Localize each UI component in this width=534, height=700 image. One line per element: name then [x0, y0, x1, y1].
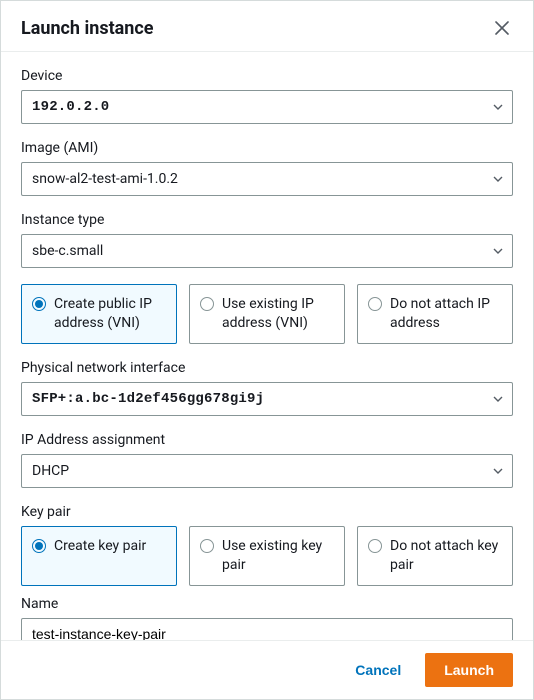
device-select[interactable]: 192.0.2.0 [21, 90, 513, 124]
keypair-option-existing-label: Use existing key pair [222, 537, 334, 575]
radio-icon [200, 297, 214, 311]
keypair-option-create[interactable]: Create key pair [21, 526, 177, 586]
keypair-label: Key pair [21, 504, 513, 520]
ip-assignment-label: IP Address assignment [21, 432, 513, 448]
image-value: snow-al2-test-ami-1.0.2 [32, 171, 178, 187]
launch-instance-modal: Launch instance Device 192.0.2.0 Image (… [0, 0, 534, 700]
pni-field: Physical network interface SFP+:a.bc-1d2… [21, 360, 513, 416]
image-label: Image (AMI) [21, 140, 513, 156]
device-value: 192.0.2.0 [32, 99, 109, 115]
ip-option-existing-label: Use existing IP address (VNI) [222, 295, 334, 333]
ip-option-existing[interactable]: Use existing IP address (VNI) [189, 284, 345, 344]
keypair-option-existing[interactable]: Use existing key pair [189, 526, 345, 586]
modal-body: Device 192.0.2.0 Image (AMI) snow-al2-te… [1, 52, 533, 640]
device-field: Device 192.0.2.0 [21, 68, 513, 124]
instance-type-value: sbe-c.small [32, 243, 103, 259]
pni-select[interactable]: SFP+:a.bc-1d2ef456gg678gi9j [21, 382, 513, 416]
ip-assignment-field: IP Address assignment DHCP [21, 432, 513, 488]
ip-option-create[interactable]: Create public IP address (VNI) [21, 284, 177, 344]
keypair-field: Key pair Create key pair Use existing ke… [21, 504, 513, 586]
ip-assignment-select[interactable]: DHCP [21, 454, 513, 488]
keypair-option-none[interactable]: Do not attach key pair [357, 526, 513, 586]
device-label: Device [21, 68, 513, 84]
name-field: Name The name can include up to 255 ASCI… [21, 596, 513, 640]
ip-assignment-value: DHCP [32, 463, 69, 479]
instance-type-field: Instance type sbe-c.small [21, 212, 513, 268]
ip-address-radio-group: Create public IP address (VNI) Use exist… [21, 284, 513, 344]
radio-icon [368, 297, 382, 311]
pni-value: SFP+:a.bc-1d2ef456gg678gi9j [32, 391, 264, 407]
launch-button[interactable]: Launch [425, 653, 513, 687]
radio-icon [32, 539, 46, 553]
keypair-option-create-label: Create key pair [54, 537, 146, 556]
radio-icon [32, 297, 46, 311]
name-input[interactable] [21, 618, 513, 640]
name-label: Name [21, 596, 513, 612]
ip-option-none-label: Do not attach IP address [390, 295, 502, 333]
image-select[interactable]: snow-al2-test-ami-1.0.2 [21, 162, 513, 196]
instance-type-select[interactable]: sbe-c.small [21, 234, 513, 268]
ip-option-none[interactable]: Do not attach IP address [357, 284, 513, 344]
cancel-button[interactable]: Cancel [339, 654, 417, 686]
modal-footer: Cancel Launch [1, 640, 533, 699]
ip-option-create-label: Create public IP address (VNI) [54, 295, 166, 333]
modal-title: Launch instance [21, 18, 154, 39]
radio-icon [200, 539, 214, 553]
radio-icon [368, 539, 382, 553]
close-button[interactable] [491, 17, 513, 39]
image-field: Image (AMI) snow-al2-test-ami-1.0.2 [21, 140, 513, 196]
modal-header: Launch instance [1, 1, 533, 52]
instance-type-label: Instance type [21, 212, 513, 228]
close-icon [495, 21, 509, 35]
pni-label: Physical network interface [21, 360, 513, 376]
keypair-option-none-label: Do not attach key pair [390, 537, 502, 575]
